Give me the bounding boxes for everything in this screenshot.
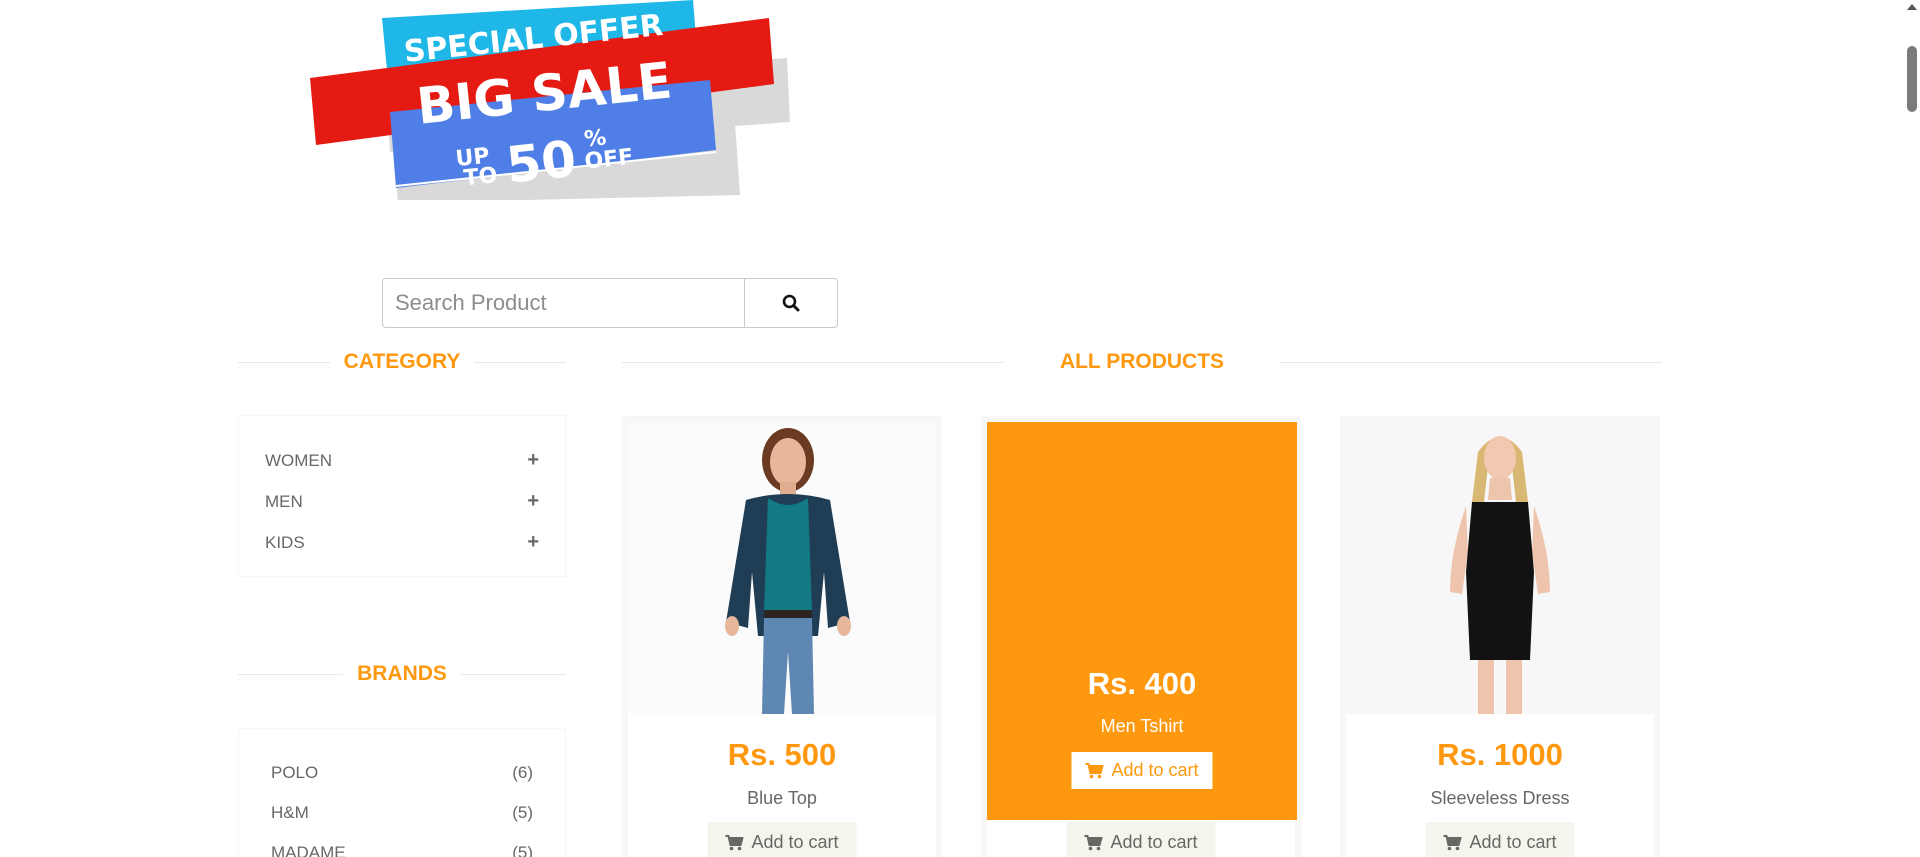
product-card: Rs. 500 Blue Top Add to cart [622, 416, 942, 857]
plus-icon[interactable]: + [527, 449, 539, 472]
category-item-label: WOMEN [265, 450, 333, 470]
brand-count: (5) [512, 803, 533, 822]
brands-title: BRANDS [357, 662, 447, 685]
category-item-women[interactable]: WOMEN + [239, 440, 565, 481]
plus-icon[interactable]: + [527, 531, 539, 554]
brand-item-hm[interactable]: H&M (5) [239, 793, 565, 833]
brand-label: H&M [271, 803, 309, 822]
divider [1280, 361, 1662, 363]
product-image [1346, 422, 1654, 714]
category-heading: CATEGORY [238, 350, 567, 374]
search-button[interactable] [744, 278, 838, 328]
product-price: Rs. 1000 [1437, 737, 1563, 772]
product-price: Rs. 500 [727, 737, 837, 772]
product-overlay: Rs. 400 Men Tshirt Add to cart [987, 422, 1297, 820]
cart-icon [1443, 834, 1462, 850]
product-image [628, 422, 936, 714]
add-to-cart-label: Add to cart [1111, 760, 1199, 780]
banner-percent: 50 [504, 130, 579, 195]
brands-heading: BRANDS [238, 662, 566, 686]
add-to-cart-button[interactable]: Add to cart [1425, 822, 1575, 857]
cart-icon [1085, 762, 1104, 778]
add-to-cart-label: Add to cart [1469, 832, 1557, 852]
overlay-name: Men Tshirt [1100, 716, 1184, 736]
brands-panel: POLO (6) H&M (5) MADAME (5) [238, 728, 566, 857]
product-card: Rs. 400 Add to cart Rs. 400 Men Tshirt A… [981, 416, 1301, 857]
all-products-heading: ALL PRODUCTS [622, 350, 1662, 374]
category-item-men[interactable]: MEN + [239, 481, 565, 522]
brand-label: MADAME [271, 843, 346, 857]
sale-banner-graphic: SPECIAL OFFER BIG SALE UP TO 50 % OFF [310, 0, 790, 203]
overlay-add-to-cart-button[interactable]: Add to cart [1071, 752, 1213, 789]
add-to-cart-button[interactable]: Add to cart [1066, 822, 1216, 857]
brand-item-polo[interactable]: POLO (6) [239, 753, 565, 793]
sale-banner: SPECIAL OFFER BIG SALE UP TO 50 % OFF [300, 0, 800, 203]
divider [474, 361, 567, 363]
page-scrollbar[interactable] [1903, 0, 1920, 857]
plus-icon[interactable]: + [527, 490, 539, 513]
add-to-cart-label: Add to cart [751, 832, 839, 852]
add-to-cart-button[interactable]: Add to cart [707, 822, 857, 857]
category-item-label: KIDS [265, 532, 305, 552]
divider [238, 673, 344, 675]
all-products-title: ALL PRODUCTS [1059, 350, 1225, 373]
product-name: Blue Top [747, 788, 817, 808]
add-to-cart-label: Add to cart [1110, 832, 1198, 852]
divider [238, 361, 330, 363]
brand-count: (5) [512, 843, 533, 857]
search-icon [782, 294, 800, 312]
overlay-price: Rs. 400 [1087, 666, 1197, 701]
product-name: Sleeveless Dress [1430, 788, 1570, 808]
brand-item-madame[interactable]: MADAME (5) [239, 833, 565, 857]
category-panel: WOMEN + MEN + KIDS + [238, 415, 566, 577]
brand-count: (6) [512, 763, 533, 782]
banner-to: TO [462, 163, 498, 191]
cart-icon [1084, 834, 1103, 850]
scroll-thumb[interactable] [1907, 46, 1917, 112]
search-bar [382, 278, 838, 328]
brand-label: POLO [271, 763, 319, 782]
scroll-up-arrow-icon[interactable] [1907, 4, 1917, 10]
divider [622, 361, 1004, 363]
category-title: CATEGORY [343, 350, 461, 373]
category-item-label: MEN [265, 491, 303, 511]
divider [460, 673, 566, 675]
search-input[interactable] [382, 278, 744, 328]
cart-icon [725, 834, 744, 850]
product-card: Rs. 1000 Sleeveless Dress Add to cart [1340, 416, 1660, 857]
banner-off: OFF [583, 145, 634, 175]
category-item-kids[interactable]: KIDS + [239, 522, 565, 563]
